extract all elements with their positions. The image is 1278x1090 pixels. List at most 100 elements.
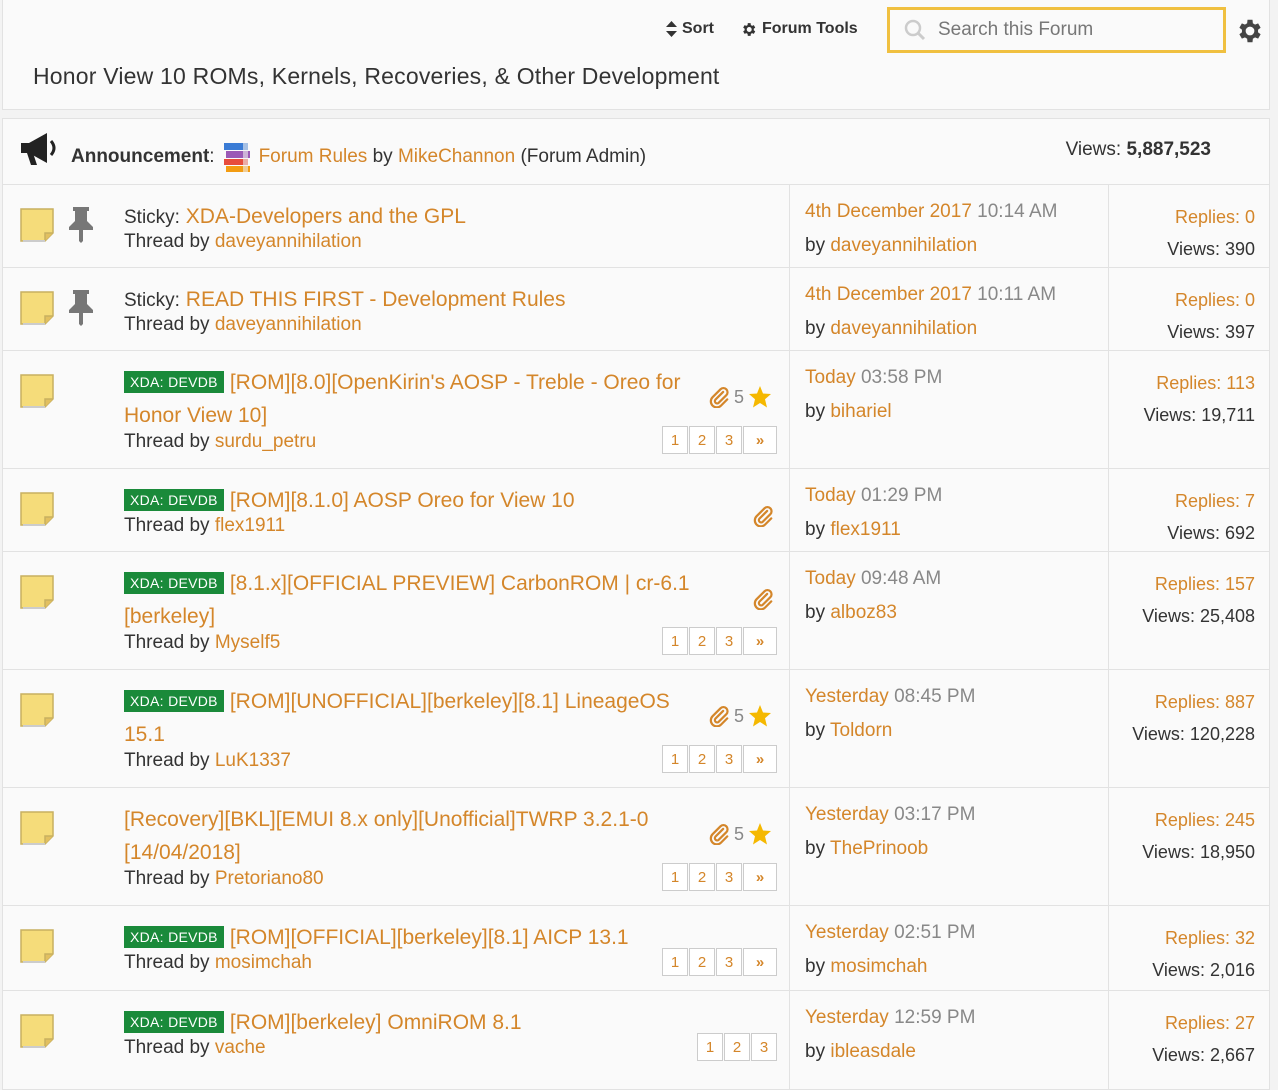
thread-title-text-cont[interactable]: Honor View 10] [124,404,267,427]
replies-count[interactable]: Replies: 157 [1142,568,1255,600]
thread-row[interactable]: XDA: DEVDB [ROM][8.0][OpenKirin's AOSP - … [2,350,1270,469]
forum-rules-link[interactable]: Forum Rules [259,146,368,168]
thread-row[interactable]: Sticky: READ THIS FIRST - Development Ru… [2,267,1270,351]
thread-title[interactable]: XDA: DEVDB [ROM][8.1.0] AOSP Oreo for Vie… [124,484,704,517]
starter-link[interactable]: daveyannihilation [215,231,362,252]
last-post-date[interactable]: Yesterday 08:45 PM [805,686,975,708]
replies-count[interactable]: Replies: 0 [1167,201,1255,233]
pager-page-button[interactable]: 3 [716,627,742,655]
attachment[interactable] [752,588,774,611]
pager-page-button[interactable]: 2 [689,745,715,773]
thread-title[interactable]: XDA: DEVDB [ROM][8.0][OpenKirin's AOSP - … [124,366,704,432]
thread-row[interactable]: [Recovery][BKL][EMUI 8.x only][Unofficia… [2,787,1270,906]
last-post-date[interactable]: 4th December 2017 10:11 AM [805,284,1056,306]
pager-page-button[interactable]: 2 [689,426,715,454]
thread-row[interactable]: XDA: DEVDB [ROM][UNOFFICIAL][berkeley][8.… [2,669,1270,788]
replies-count[interactable]: Replies: 0 [1167,284,1255,316]
pager-next-button[interactable]: » [743,627,777,655]
thread-title-text[interactable]: [ROM][berkeley] OmniROM 8.1 [230,1011,522,1034]
thread-title-text[interactable]: XDA-Developers and the GPL [186,205,466,228]
replies-count[interactable]: Replies: 32 [1152,922,1255,954]
pager-page-button[interactable]: 3 [716,426,742,454]
pager-page-button[interactable]: 1 [662,745,688,773]
thread-title-text[interactable]: [Recovery][BKL][EMUI 8.x only][Unofficia… [124,808,648,831]
starter-link[interactable]: mosimchah [215,952,312,973]
last-post-date[interactable]: Today 01:29 PM [805,485,942,507]
attachment-icon [753,506,773,528]
thread-title[interactable]: Sticky: READ THIS FIRST - Development Ru… [124,283,704,317]
thread-row[interactable]: XDA: DEVDB [ROM][OFFICIAL][berkeley][8.1]… [2,905,1270,991]
thread-title-text-cont[interactable]: [14/04/2018] [124,841,241,864]
thread-title[interactable]: XDA: DEVDB [ROM][berkeley] OmniROM 8.1 [124,1006,704,1039]
pager-page-button[interactable]: 2 [689,627,715,655]
starter-link[interactable]: daveyannihilation [215,314,362,335]
thread-row[interactable]: XDA: DEVDB [ROM][8.1.0] AOSP Oreo for Vie… [2,468,1270,552]
attachment[interactable] [752,505,774,528]
thread-title-text-cont[interactable]: [berkeley] [124,605,215,628]
last-post-date[interactable]: Today 03:58 PM [805,367,942,389]
last-poster-link[interactable]: mosimchah [830,956,927,977]
starter-link[interactable]: surdu_petru [215,431,316,452]
thread-title-text-cont[interactable]: 15.1 [124,723,165,746]
thread-row[interactable]: Sticky: XDA-Developers and the GPL Thread… [2,184,1270,268]
pager-next-button[interactable]: » [743,863,777,891]
last-poster-link[interactable]: Toldorn [830,720,892,741]
replies-count[interactable]: Replies: 245 [1142,804,1255,836]
last-poster-link[interactable]: flex1911 [830,519,900,540]
starter-link[interactable]: vache [215,1037,266,1058]
thread-title-text[interactable]: [ROM][8.0][OpenKirin's AOSP - Treble - O… [230,371,681,394]
pager-page-button[interactable]: 3 [751,1033,777,1061]
pager-page-button[interactable]: 3 [716,948,742,976]
last-post-date[interactable]: Today 09:48 AM [805,568,941,590]
search-box[interactable] [887,7,1226,53]
thread-title[interactable]: Sticky: XDA-Developers and the GPL [124,200,704,234]
thread-title[interactable]: [Recovery][BKL][EMUI 8.x only][Unofficia… [124,803,704,869]
pager-next-button[interactable]: » [743,426,777,454]
announcement-author-link[interactable]: MikeChannon [398,146,515,168]
starter-link[interactable]: Myself5 [215,632,280,653]
pager-page-button[interactable]: 2 [724,1033,750,1061]
last-poster-link[interactable]: daveyannihilation [830,318,977,339]
pager-next-button[interactable]: » [743,948,777,976]
last-post-by: by ibleasdale [805,1041,916,1062]
starter-link[interactable]: Pretoriano80 [215,868,324,889]
last-poster-link[interactable]: bihariel [830,401,891,422]
pager-page-button[interactable]: 1 [662,627,688,655]
last-post-date[interactable]: 4th December 2017 10:14 AM [805,201,1057,223]
pager-page-button[interactable]: 3 [716,863,742,891]
replies-count[interactable]: Replies: 887 [1132,686,1255,718]
starter-link[interactable]: LuK1337 [215,750,291,771]
thread-title-text[interactable]: [ROM][8.1.0] AOSP Oreo for View 10 [230,489,575,512]
pager-page-button[interactable]: 1 [697,1033,723,1061]
replies-count[interactable]: Replies: 113 [1144,367,1255,399]
thread-title[interactable]: XDA: DEVDB [ROM][OFFICIAL][berkeley][8.1]… [124,921,704,954]
last-post-date[interactable]: Yesterday 12:59 PM [805,1007,975,1029]
thread-title[interactable]: XDA: DEVDB [8.1.x][OFFICIAL PREVIEW] Carb… [124,567,704,633]
replies-count[interactable]: Replies: 7 [1167,485,1255,517]
pager-page-button[interactable]: 1 [662,948,688,976]
pager-page-button[interactable]: 1 [662,426,688,454]
last-post-date[interactable]: Yesterday 03:17 PM [805,804,975,826]
pager-page-button[interactable]: 3 [716,745,742,773]
settings-button[interactable] [1235,16,1265,51]
thread-title-text[interactable]: [ROM][OFFICIAL][berkeley][8.1] AICP 13.1 [230,926,629,949]
pager-page-button[interactable]: 1 [662,863,688,891]
forum-tools-button[interactable]: Forum Tools [740,20,858,38]
sort-button[interactable]: Sort [666,20,714,38]
thread-row[interactable]: XDA: DEVDB [8.1.x][OFFICIAL PREVIEW] Carb… [2,551,1270,670]
last-poster-link[interactable]: alboz83 [830,602,897,623]
thread-title-text[interactable]: [8.1.x][OFFICIAL PREVIEW] CarbonROM | cr… [230,572,690,595]
last-poster-link[interactable]: ThePrinoob [830,838,928,859]
pager-page-button[interactable]: 2 [689,863,715,891]
thread-title[interactable]: XDA: DEVDB [ROM][UNOFFICIAL][berkeley][8.… [124,685,704,751]
search-input[interactable] [936,18,1210,42]
last-poster-link[interactable]: daveyannihilation [830,235,977,256]
thread-row[interactable]: XDA: DEVDB [ROM][berkeley] OmniROM 8.1 Thr… [2,990,1270,1090]
thread-title-text[interactable]: READ THIS FIRST - Development Rules [186,288,566,311]
thread-title-text[interactable]: [ROM][UNOFFICIAL][berkeley][8.1] Lineage… [230,690,670,713]
pager-page-button[interactable]: 2 [689,948,715,976]
starter-link[interactable]: flex1911 [215,515,285,536]
pager-next-button[interactable]: » [743,745,777,773]
last-post-date[interactable]: Yesterday 02:51 PM [805,922,975,944]
replies-count[interactable]: Replies: 27 [1152,1007,1255,1039]
